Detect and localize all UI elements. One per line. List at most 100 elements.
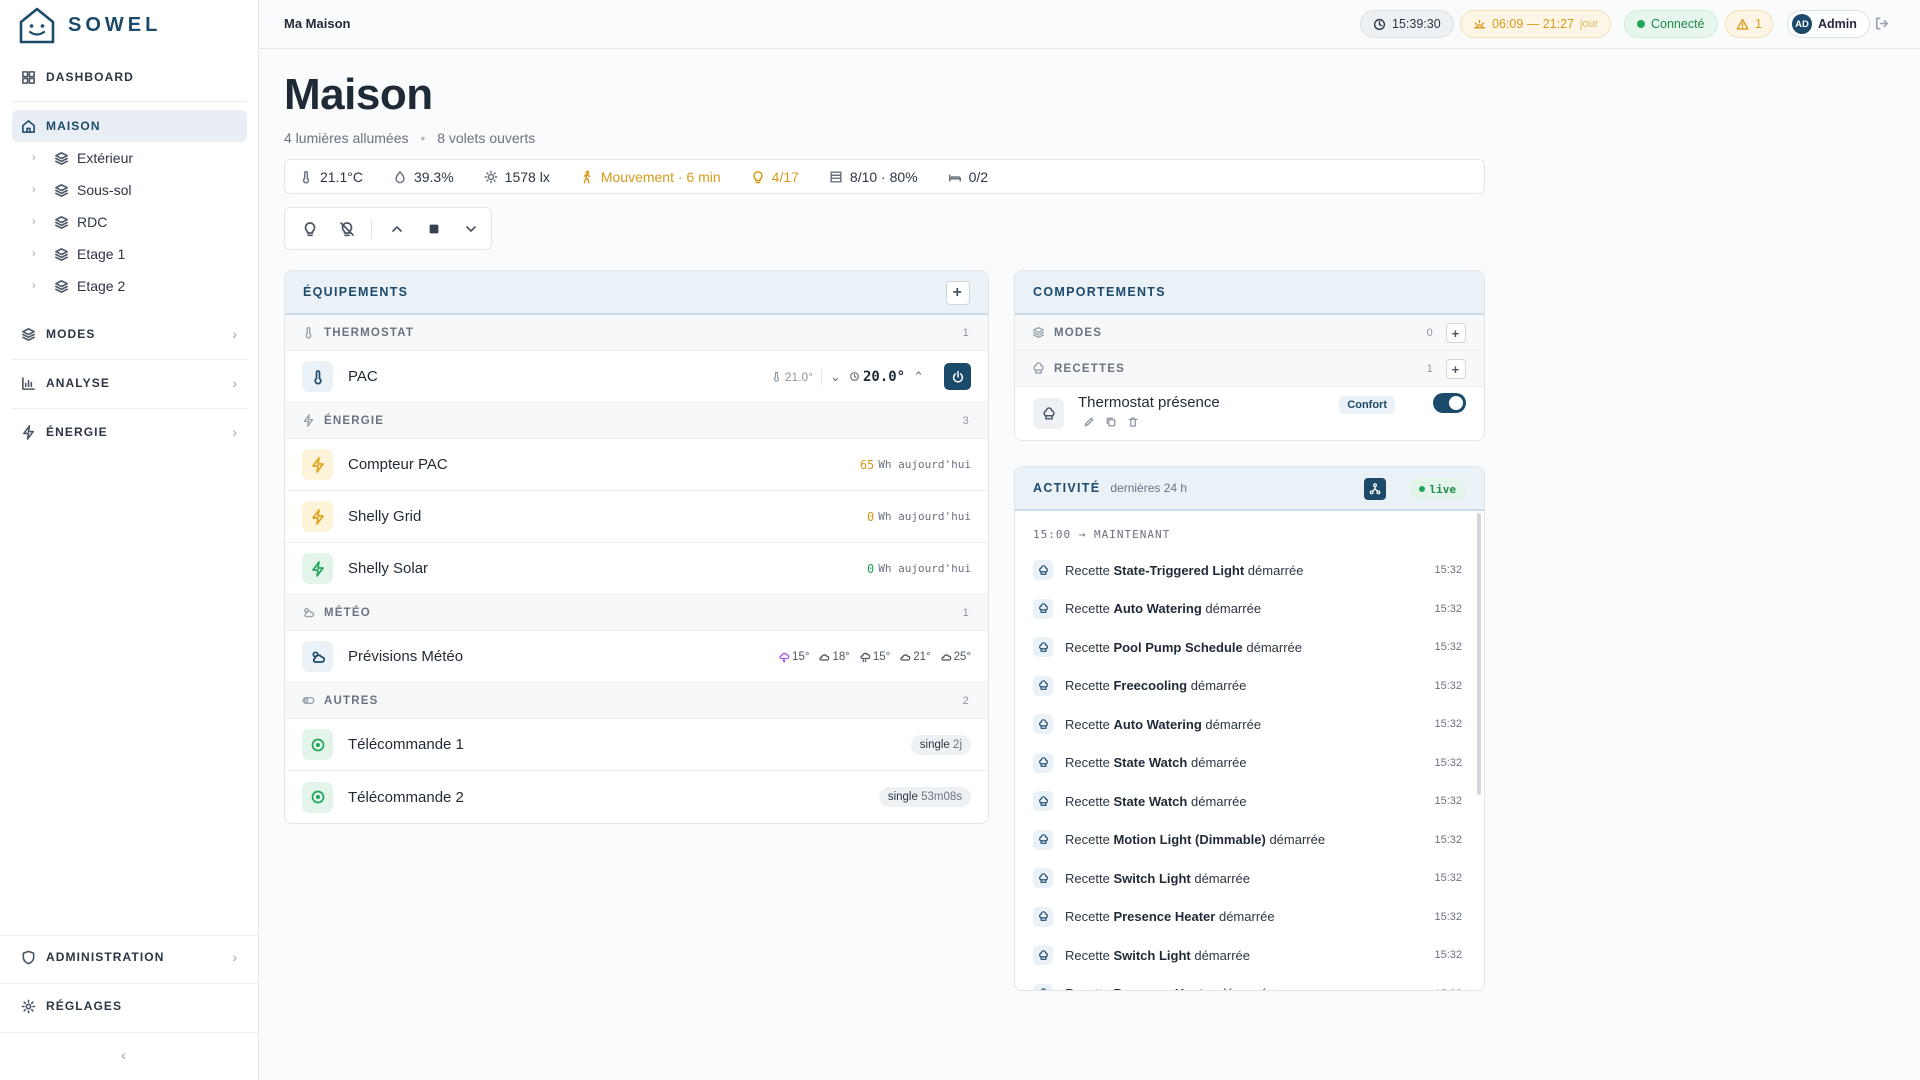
zone-label: Sous-sol [77, 182, 132, 198]
chef-hat-icon [1033, 675, 1053, 696]
chevron-right-icon[interactable]: › [32, 248, 46, 260]
add-equipment-button[interactable]: + [946, 281, 970, 305]
nav-administration[interactable]: ADMINISTRATION › [12, 941, 247, 973]
equipment-row-previsions-meteo[interactable]: Prévisions Météo 15° 18° 15° 21° 25° [285, 631, 988, 683]
lights-value: 4/17 [771, 168, 799, 185]
recipe-enabled-toggle[interactable] [1433, 393, 1466, 413]
activity-suffix: démarrée [1194, 870, 1250, 886]
home-icon [22, 119, 35, 133]
edit-icon[interactable] [1083, 416, 1095, 428]
activity-text: Recette Switch Light démarrée [1065, 871, 1250, 886]
trash-icon[interactable] [1127, 416, 1139, 428]
activite-subtitle: dernières 24 h [1110, 481, 1188, 495]
equipment-row-shelly-solar[interactable]: Shelly Solar 0 Wh aujourd'hui [285, 543, 988, 595]
activity-suffix: démarrée [1247, 562, 1304, 578]
lights-on-button[interactable] [297, 216, 322, 241]
quick-actions [284, 207, 492, 250]
nav-energie[interactable]: ÉNERGIE › [12, 416, 247, 448]
cloud-icon [900, 653, 911, 661]
divider [12, 101, 247, 102]
activity-row[interactable]: Recette Auto Watering démarrée 15:32 [1015, 705, 1484, 744]
activity-recipe-name: Auto Watering [1113, 716, 1202, 732]
activity-row[interactable]: Recette Freecooling démarrée 15:32 [1015, 667, 1484, 706]
nav-maison[interactable]: MAISON [12, 110, 247, 142]
user-menu[interactable]: AD Admin [1787, 10, 1870, 38]
add-recipe-button[interactable]: + [1446, 359, 1466, 379]
activity-prefix: Recette [1065, 832, 1110, 848]
activity-prefix: Recette [1065, 986, 1110, 990]
nav-modes-label: MODES [46, 327, 96, 341]
zone-item-etage-2[interactable]: › Etage 2 [32, 272, 125, 300]
decrease-setpoint-button[interactable]: ⌄ [830, 369, 841, 385]
activity-text: Recette Pool Pump Schedule démarrée [1065, 640, 1302, 655]
chevron-right-icon: › [232, 424, 237, 440]
alerts-pill[interactable]: 1 [1725, 10, 1773, 38]
activity-row[interactable]: Recette Motion Light (Dimmable) démarrée… [1015, 821, 1484, 860]
zone-item-exterieur[interactable]: › Extérieur [32, 144, 133, 172]
activity-text: Recette State Watch démarrée [1065, 794, 1247, 809]
activity-row[interactable]: Recette State Watch démarrée 15:32 [1015, 744, 1484, 783]
equipment-row-telecommande-1[interactable]: Télécommande 1 single 2j [285, 719, 988, 771]
zone-item-rdc[interactable]: › RDC [32, 208, 107, 236]
section-meteo: MÉTÉO 1 [285, 595, 988, 631]
breadcrumb[interactable]: Ma Maison [284, 16, 350, 31]
droplet-icon [395, 170, 405, 183]
equipment-row-compteur-pac[interactable]: Compteur PAC 65 Wh aujourd'hui [285, 439, 988, 491]
zone-item-etage-1[interactable]: › Etage 1 [32, 240, 125, 268]
logout-icon[interactable] [1874, 16, 1889, 31]
shield-icon [22, 950, 35, 964]
section-label: MODES [1054, 326, 1103, 339]
gear-icon [21, 999, 36, 1013]
shutters-stop-button[interactable] [421, 216, 446, 241]
copy-icon[interactable] [1105, 416, 1117, 428]
chevron-right-icon[interactable]: › [32, 152, 46, 164]
activity-row[interactable]: Recette Auto Watering démarrée 15:32 [1015, 590, 1484, 629]
nav-dashboard[interactable]: DASHBOARD [12, 61, 247, 93]
stat-lights: 4/17 [751, 169, 799, 185]
activity-row[interactable]: Recette Presence Heater démarrée 15:32 [1015, 898, 1484, 937]
chevron-right-icon[interactable]: › [32, 184, 46, 196]
chef-hat-icon [1033, 791, 1053, 812]
equipment-row-shelly-grid[interactable]: Shelly Grid 0 Wh aujourd'hui [285, 491, 988, 543]
clock-value: 15:39:30 [1392, 17, 1441, 31]
nav-reglages[interactable]: RÉGLAGES [12, 990, 247, 1022]
increase-setpoint-button[interactable]: ⌃ [913, 369, 924, 385]
lights-off-button[interactable] [334, 216, 359, 241]
add-mode-button[interactable]: + [1446, 323, 1466, 343]
activity-row[interactable]: Recette Presence Heater démarrée 15:32 [1015, 975, 1484, 990]
chevron-down-icon [465, 225, 476, 232]
shutters-up-button[interactable] [384, 216, 409, 241]
activity-row[interactable]: Recette State Watch démarrée 15:32 [1015, 782, 1484, 821]
recipe-row[interactable]: Thermostat présence Confort [1015, 387, 1484, 440]
equipment-row-pac[interactable]: PAC 21.0° ⌄ 20.0° ⌃ [285, 351, 988, 403]
shutters-down-button[interactable] [458, 216, 483, 241]
blinds-icon [830, 170, 842, 183]
activity-row[interactable]: Recette Pool Pump Schedule démarrée 15:32 [1015, 628, 1484, 667]
chevron-up-icon [391, 225, 402, 232]
remote-icon [302, 729, 333, 760]
activity-row[interactable]: Recette State-Triggered Light démarrée 15… [1015, 551, 1484, 590]
activity-row[interactable]: Recette Switch Light démarrée 15:32 [1015, 936, 1484, 975]
equipment-row-telecommande-2[interactable]: Télécommande 2 single 53m08s [285, 771, 988, 823]
chevron-right-icon[interactable]: › [32, 216, 46, 228]
zone-item-sous-sol[interactable]: › Sous-sol [32, 176, 131, 204]
activity-time: 15:32 [1434, 988, 1462, 990]
logo[interactable]: SOWEL [18, 5, 161, 45]
equipements-header: ÉQUIPEMENTS + [285, 271, 988, 315]
shutters-open-text: 8 volets ouverts [437, 130, 536, 146]
activity-row[interactable]: Recette Switch Light démarrée 15:32 [1015, 859, 1484, 898]
forecast-day: 21° [899, 651, 931, 663]
nav-modes[interactable]: MODES › [12, 318, 247, 350]
luminosity-value: 1578 lx [504, 168, 550, 185]
pac-controls: 21.0° ⌄ 20.0° ⌃ [771, 363, 971, 390]
network-filter-button[interactable] [1364, 478, 1386, 500]
section-count: 1 [1426, 362, 1434, 375]
nav-energie-label: ÉNERGIE [46, 425, 108, 439]
toggle-knob [1449, 396, 1463, 410]
collapse-sidebar-icon[interactable]: ‹ [121, 1047, 126, 1064]
chevron-right-icon[interactable]: › [32, 280, 46, 292]
nav-analyse[interactable]: ANALYSE › [12, 367, 247, 399]
power-toggle-button[interactable] [944, 363, 971, 390]
pac-setpoint: 20.0° [849, 369, 905, 385]
activity-recipe-name: Switch Light [1113, 947, 1191, 963]
